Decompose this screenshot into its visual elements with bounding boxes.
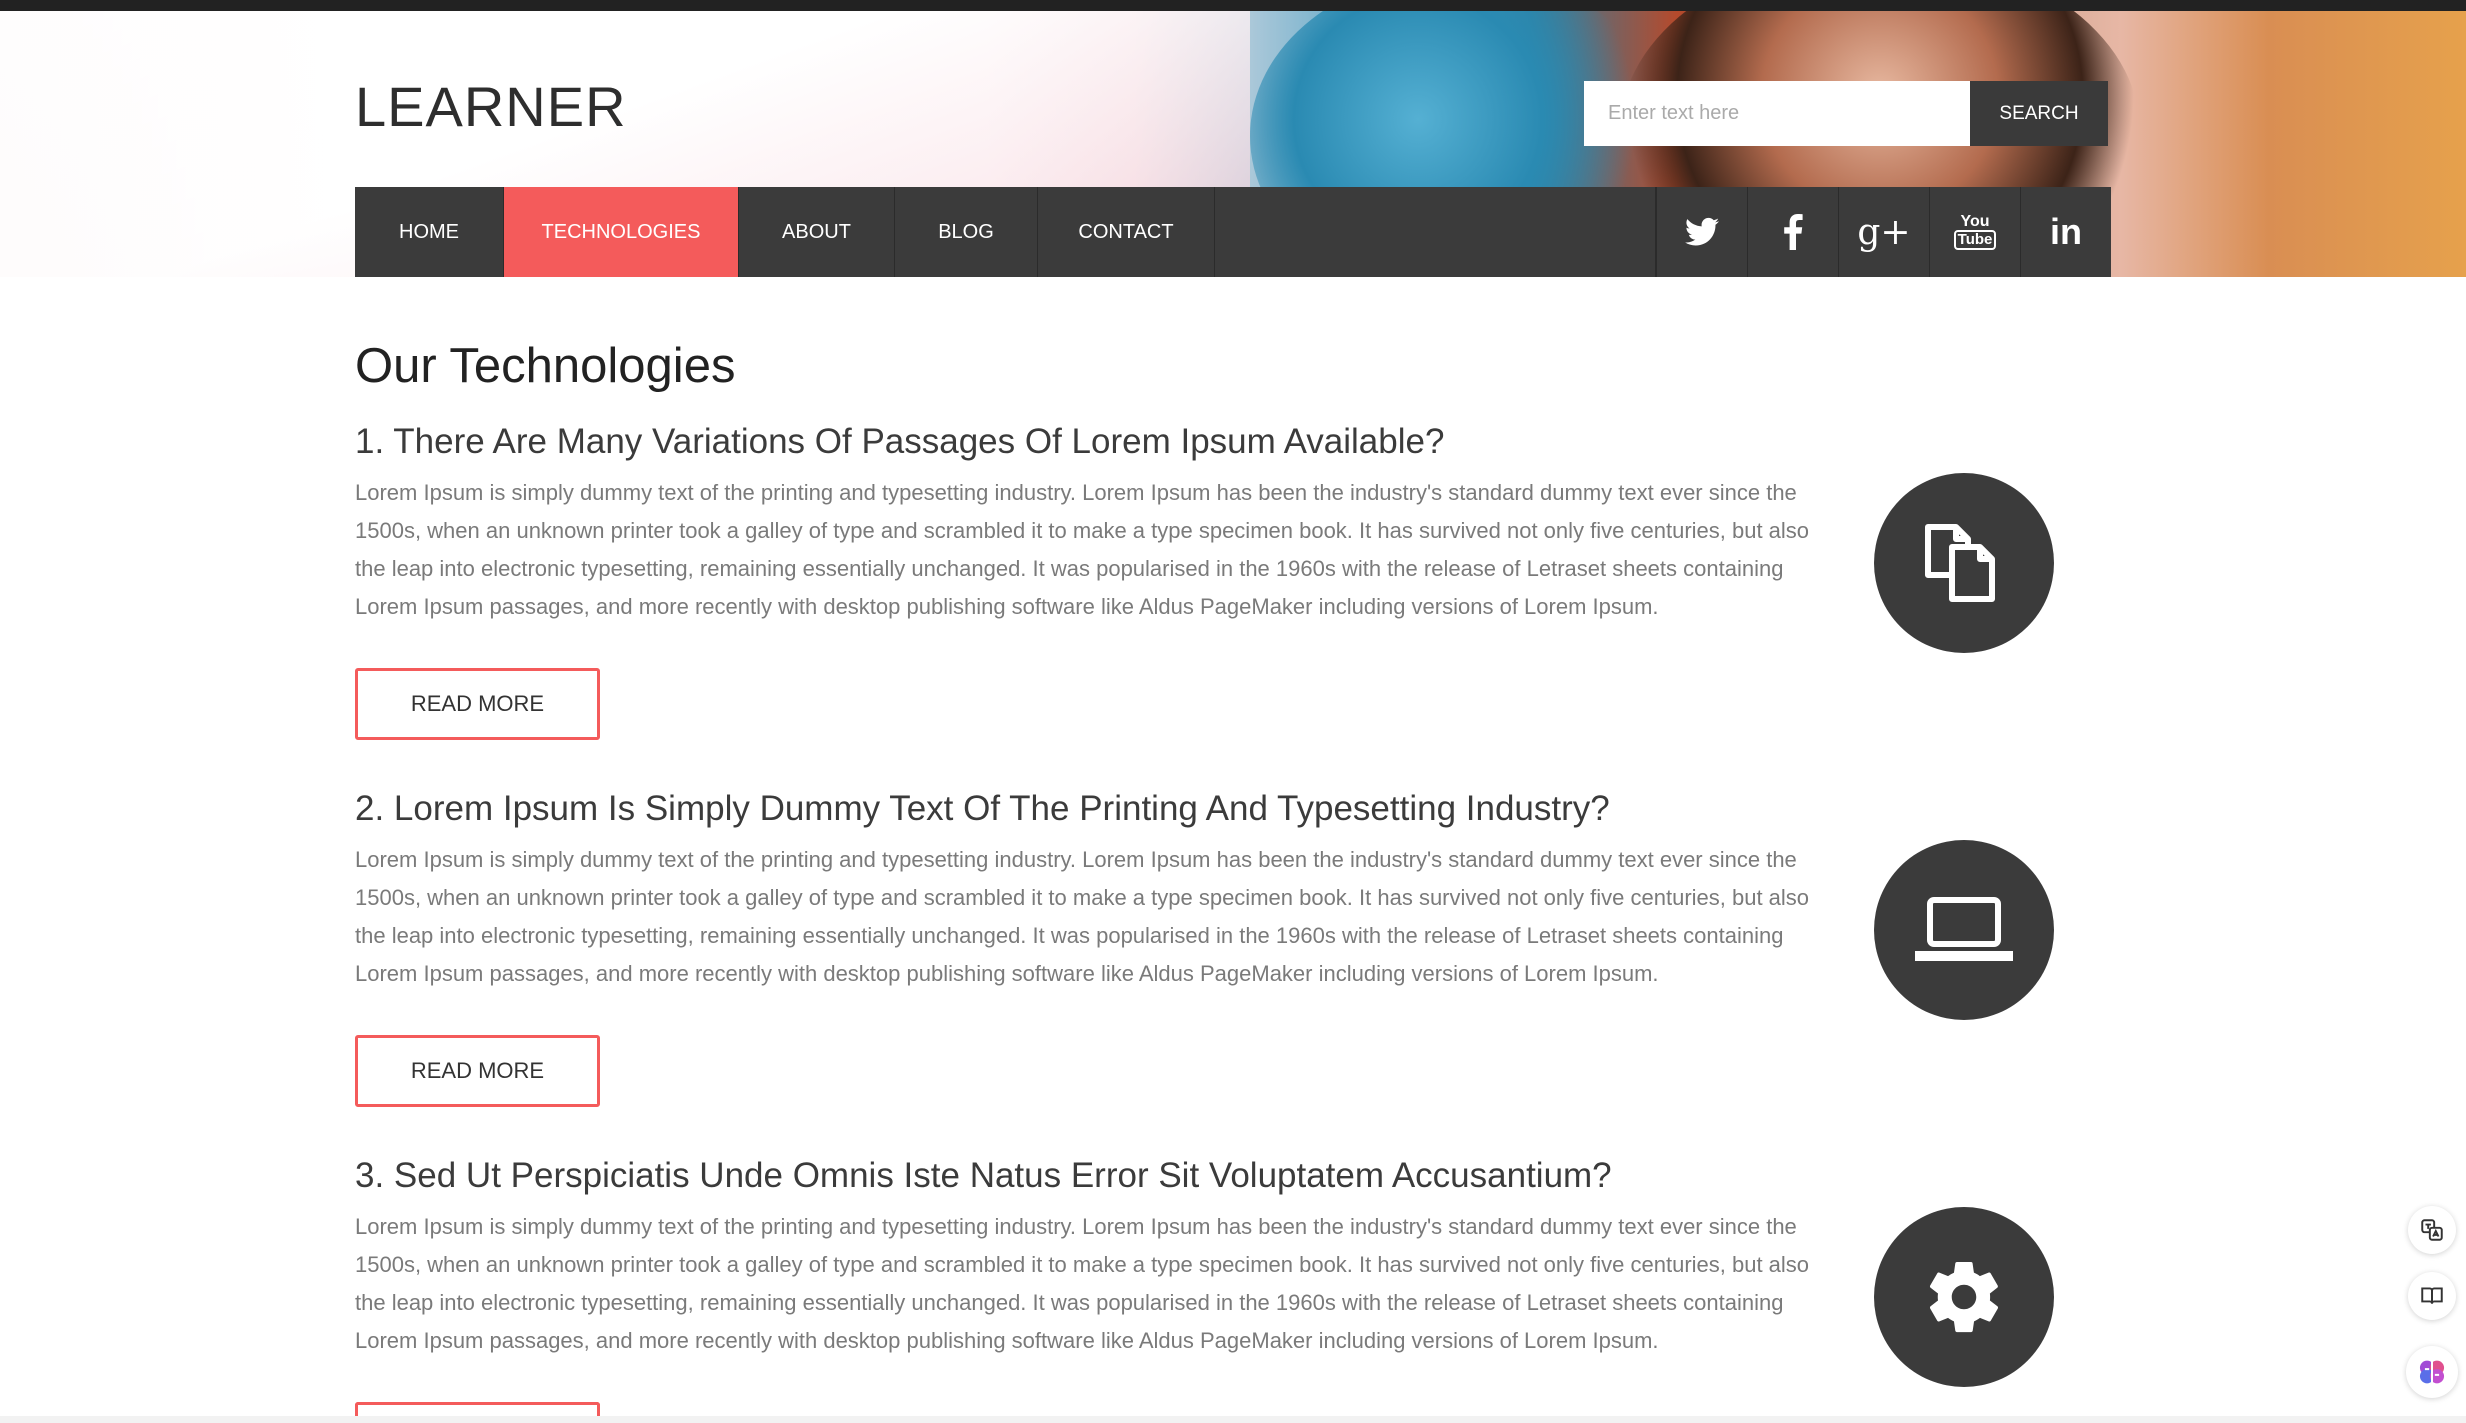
documents-icon	[1925, 524, 1995, 602]
search-button[interactable]: SEARCH	[1970, 81, 2108, 146]
technology-heading-1: 1. There Are Many Variations Of Passages…	[355, 422, 1445, 461]
youtube-link[interactable]: You Tube	[1929, 187, 2020, 277]
nav-spacer	[1215, 187, 1656, 277]
youtube-text-top: You	[1960, 213, 1990, 230]
facebook-link[interactable]	[1747, 187, 1838, 277]
twitter-icon	[1685, 217, 1719, 246]
technology-body-3: Lorem Ipsum is simply dummy text of the …	[355, 1214, 1810, 1353]
gear-icon	[1929, 1262, 1999, 1333]
technology-item-2: 2. Lorem Ipsum Is Simply Dummy Text Of T…	[355, 787, 1815, 993]
facebook-icon	[1784, 214, 1803, 250]
google-plus-link[interactable]: g+	[1838, 187, 1929, 277]
reader-icon	[2421, 1287, 2443, 1304]
technology-icon-circle-3	[1874, 1207, 2054, 1387]
nav-item-contact[interactable]: CONTACT	[1038, 187, 1215, 277]
technology-icon-circle-1	[1874, 473, 2054, 653]
linkedin-icon: in	[2050, 211, 2082, 252]
nav-item-technologies[interactable]: TECHNOLOGIES	[504, 187, 739, 277]
site-logo[interactable]: LEARNER	[355, 74, 627, 139]
youtube-text-bottom: Tube	[1953, 230, 1997, 250]
top-border	[0, 0, 2466, 11]
main-nav: HOME TECHNOLOGIES ABOUT BLOG CONTACT g+ …	[355, 187, 2111, 277]
translate-icon	[2421, 1219, 2443, 1241]
technology-icon-circle-2	[1874, 840, 2054, 1020]
ai-assistant-button[interactable]	[2406, 1346, 2458, 1398]
nav-item-home[interactable]: HOME	[355, 187, 504, 277]
ai-assistant-icon	[2419, 1360, 2445, 1384]
technology-body-1: Lorem Ipsum is simply dummy text of the …	[355, 480, 1810, 619]
read-more-button-2[interactable]: READ MORE	[355, 1035, 600, 1107]
bottom-edge	[0, 1416, 2466, 1423]
translate-button[interactable]	[2408, 1206, 2456, 1254]
nav-item-about[interactable]: ABOUT	[739, 187, 895, 277]
read-more-button-1[interactable]: READ MORE	[355, 668, 600, 740]
technology-heading-3: 3. Sed Ut Perspiciatis Unde Omnis Iste N…	[355, 1156, 1612, 1195]
google-plus-icon: g+	[1857, 211, 1911, 253]
page-title: Our Technologies	[355, 339, 736, 393]
technology-body-2: Lorem Ipsum is simply dummy text of the …	[355, 847, 1810, 986]
youtube-icon: You Tube	[1953, 213, 1997, 250]
nav-item-blog[interactable]: BLOG	[895, 187, 1038, 277]
technology-heading-2: 2. Lorem Ipsum Is Simply Dummy Text Of T…	[355, 789, 1610, 828]
laptop-icon	[1915, 897, 2013, 961]
reader-button[interactable]	[2408, 1272, 2456, 1320]
technology-item-3: 3. Sed Ut Perspiciatis Unde Omnis Iste N…	[355, 1154, 1815, 1360]
search-input[interactable]	[1584, 81, 1970, 146]
twitter-link[interactable]	[1656, 187, 1747, 277]
linkedin-link[interactable]: in	[2020, 187, 2111, 277]
technology-item-1: 1. There Are Many Variations Of Passages…	[355, 420, 1815, 626]
